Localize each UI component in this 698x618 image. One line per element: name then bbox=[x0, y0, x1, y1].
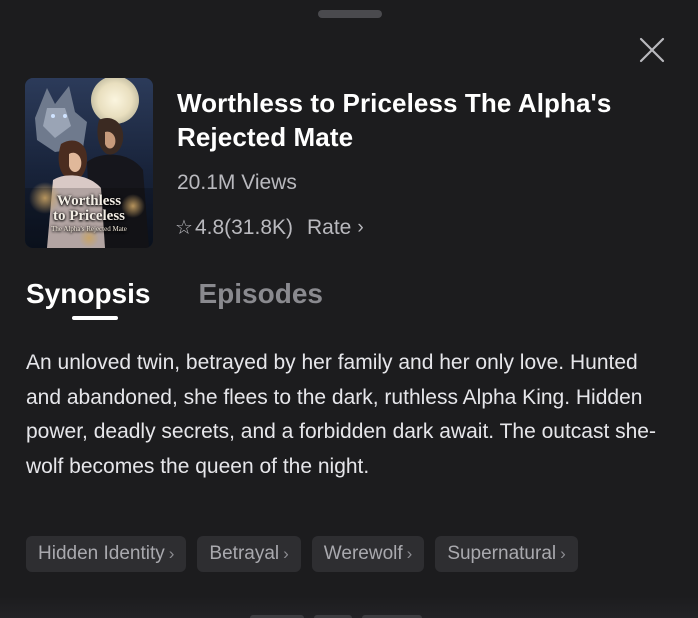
tag-werewolf[interactable]: Werewolf › bbox=[311, 536, 425, 572]
book-title: Worthless to Priceless The Alpha's Rejec… bbox=[177, 88, 612, 152]
clipped-content bbox=[250, 608, 450, 618]
book-cover[interactable]: Worthless to Priceless The Alpha's Rejec… bbox=[25, 78, 153, 248]
close-button[interactable] bbox=[636, 34, 668, 66]
tag-label: Werewolf bbox=[323, 543, 403, 564]
tag-label: Betrayal bbox=[209, 543, 280, 564]
chevron-right-icon: › bbox=[283, 544, 289, 563]
tag-label: Hidden Identity bbox=[38, 543, 165, 564]
close-icon bbox=[639, 37, 665, 63]
rating-row: ☆ 4.8(31.8K) Rate › bbox=[175, 215, 364, 240]
drag-handle[interactable] bbox=[318, 10, 382, 18]
synopsis-text: An unloved twin, betrayed by her family … bbox=[26, 351, 656, 478]
tag-betrayal[interactable]: Betrayal › bbox=[197, 536, 301, 572]
view-count: 20.1M Views bbox=[177, 171, 297, 194]
active-tab-indicator bbox=[72, 316, 118, 320]
cover-title-line2: to Priceless bbox=[52, 208, 126, 224]
rate-label: Rate bbox=[307, 215, 352, 239]
details-sheet: Worthless to Priceless The Alpha's Rejec… bbox=[0, 0, 698, 618]
tag-hidden-identity[interactable]: Hidden Identity › bbox=[26, 536, 187, 572]
cover-title-line1: Worthless bbox=[56, 193, 122, 209]
chevron-right-icon: › bbox=[406, 544, 413, 563]
chevron-right-icon: › bbox=[560, 544, 566, 563]
chevron-right-icon: › bbox=[357, 216, 364, 238]
chevron-right-icon: › bbox=[168, 544, 175, 563]
cover-subtitle: The Alpha's Rejected Mate bbox=[51, 225, 127, 233]
rating-value: 4.8(31.8K) bbox=[194, 215, 293, 239]
rate-button[interactable]: Rate › bbox=[307, 216, 364, 240]
tab-episodes[interactable]: Episodes bbox=[198, 278, 322, 310]
tab-synopsis[interactable]: Synopsis bbox=[26, 278, 150, 310]
tab-bar: Synopsis Episodes bbox=[26, 278, 323, 310]
tag-list: Hidden Identity › Betrayal › Werewolf › … bbox=[26, 536, 589, 572]
star-icon: ☆ bbox=[175, 217, 193, 239]
tag-supernatural[interactable]: Supernatural › bbox=[435, 536, 578, 572]
tag-label: Supernatural bbox=[447, 543, 557, 564]
